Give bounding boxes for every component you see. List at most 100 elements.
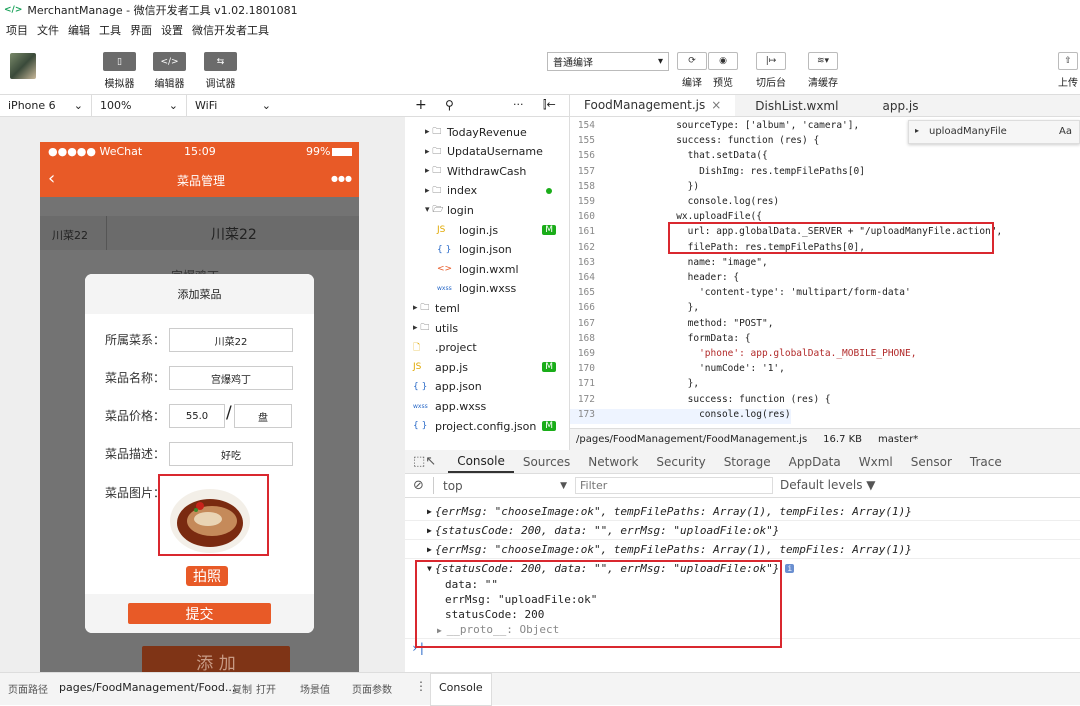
- tab-storage[interactable]: Storage: [715, 450, 780, 473]
- code-line[interactable]: 169 'phone': app.globalData._MOBILE_PHON…: [570, 348, 917, 363]
- open-link[interactable]: 打开: [256, 681, 276, 696]
- code-line[interactable]: 156 that.setData({: [570, 150, 768, 165]
- tab-appjs[interactable]: app.js: [860, 95, 932, 116]
- code-line[interactable]: 161 url: app.globalData._SERVER + "/uplo…: [570, 226, 1002, 241]
- tab-console[interactable]: Console: [448, 450, 514, 473]
- file-tree-item[interactable]: ▸ 🗀 teml: [405, 298, 570, 318]
- description-field[interactable]: 好吃: [169, 442, 293, 466]
- more-vertical-icon[interactable]: ⋮: [415, 679, 427, 693]
- code-line[interactable]: 164 header: {: [570, 272, 739, 287]
- params-label[interactable]: 页面参数: [352, 681, 392, 696]
- console-drawer-tab[interactable]: Console: [430, 673, 492, 706]
- file-tree-item[interactable]: JS login.js M: [405, 220, 570, 240]
- expand-arrow-icon[interactable]: ▶: [427, 507, 432, 516]
- menu-interface[interactable]: 界面: [130, 22, 152, 38]
- code-line[interactable]: 158 }): [570, 181, 699, 196]
- code-line[interactable]: 168 formData: {: [570, 333, 751, 348]
- search-icon[interactable]: ⚲: [445, 98, 454, 112]
- tab-sensor[interactable]: Sensor: [902, 450, 961, 473]
- find-input[interactable]: uploadManyFile: [929, 126, 1007, 137]
- expand-arrow-icon[interactable]: ▶: [427, 545, 432, 554]
- tab-appdata[interactable]: AppData: [780, 450, 850, 473]
- menu-file[interactable]: 文件: [37, 22, 59, 38]
- clear-cache-button[interactable]: ≋▾ 清缓存: [808, 52, 838, 89]
- category-tab[interactable]: 川菜22: [52, 227, 88, 243]
- code-line[interactable]: 166 },: [570, 302, 699, 317]
- tab-sources[interactable]: Sources: [514, 450, 579, 473]
- code-line[interactable]: 167 method: "POST",: [570, 318, 774, 333]
- tab-network[interactable]: Network: [579, 450, 647, 473]
- file-tree-item[interactable]: wxss app.wxss: [405, 396, 570, 416]
- tab-foodmanagement[interactable]: FoodManagement.js ×: [570, 95, 736, 116]
- menu-edit[interactable]: 编辑: [68, 22, 90, 38]
- chevron-right-icon[interactable]: ▸: [915, 126, 919, 135]
- filter-input[interactable]: [575, 477, 773, 494]
- device-select[interactable]: iPhone 6 ⌄: [0, 95, 92, 116]
- console-log-row-expanded[interactable]: ▼ {statusCode: 200, data: "", errMsg: "up…: [405, 559, 1080, 578]
- tab-wxml[interactable]: Wxml: [850, 450, 902, 473]
- more-icon[interactable]: ●●●: [331, 174, 352, 183]
- code-line[interactable]: 165 'content-type': 'multipart/form-data…: [570, 287, 911, 302]
- code-line[interactable]: 162 filePath: res.tempFilePaths[0],: [570, 242, 865, 257]
- console-log-row[interactable]: ▶ {statusCode: 200, data: "", errMsg: "up…: [405, 521, 1080, 540]
- code-line[interactable]: 159 console.log(res): [570, 196, 779, 211]
- compile-button[interactable]: ⟳ 编译: [677, 52, 707, 89]
- menu-project[interactable]: 项目: [6, 22, 28, 38]
- code-line[interactable]: 154 sourceType: ['album', 'camera'],: [570, 120, 859, 135]
- tab-security[interactable]: Security: [647, 450, 714, 473]
- file-tree-item[interactable]: ▸ 🗀 UpdataUsername: [405, 142, 570, 162]
- editor-button[interactable]: </> 编辑器: [153, 52, 186, 90]
- file-tree-item[interactable]: wxss login.wxss: [405, 279, 570, 299]
- code-line[interactable]: 160 wx.uploadFile({: [570, 211, 762, 226]
- network-select[interactable]: WiFi ⌄: [187, 95, 279, 116]
- close-icon[interactable]: ×: [711, 98, 721, 112]
- debugger-button[interactable]: ⇆ 调试器: [204, 52, 237, 90]
- code-line[interactable]: 155 success: function (res) {: [570, 135, 819, 150]
- menu-tools[interactable]: 工具: [99, 22, 121, 38]
- simulator-button[interactable]: ▯ 模拟器: [103, 52, 136, 90]
- code-line[interactable]: 163 name: "image",: [570, 257, 768, 272]
- file-tree-item[interactable]: { } project.config.json M: [405, 416, 570, 436]
- code-line[interactable]: 173 console.log(res): [570, 408, 791, 424]
- collapse-icon[interactable]: ⫿←: [543, 98, 556, 112]
- file-tree-item[interactable]: ▾ 🗁 login: [405, 200, 570, 220]
- unit-field[interactable]: 盘: [234, 404, 292, 428]
- console-log-row[interactable]: ▶ {errMsg: "chooseImage:ok", tempFilePath…: [405, 540, 1080, 559]
- levels-select[interactable]: Default levels ▼: [780, 478, 876, 492]
- file-tree-item[interactable]: ▸ 🗀 TodayRevenue: [405, 122, 570, 142]
- copy-link[interactable]: 复制: [232, 681, 252, 696]
- file-tree-item[interactable]: JS app.js M: [405, 357, 570, 377]
- file-tree-item[interactable]: ▸ 🗀 index: [405, 181, 570, 201]
- code-line[interactable]: 172 success: function (res) {: [570, 394, 831, 409]
- context-select[interactable]: top ▼: [443, 477, 567, 494]
- menu-settings[interactable]: 设置: [161, 22, 183, 38]
- file-tree-item[interactable]: { } app.json: [405, 377, 570, 397]
- code-line[interactable]: 157 DishImg: res.tempFilePaths[0]: [570, 166, 865, 181]
- clear-console-icon[interactable]: ⊘: [413, 478, 424, 493]
- name-field[interactable]: 宫爆鸡丁: [169, 366, 293, 390]
- preview-button[interactable]: ◉ 预览: [708, 52, 738, 89]
- take-photo-button[interactable]: 拍照: [186, 566, 228, 586]
- background-button[interactable]: |↦ 切后台: [756, 52, 786, 89]
- back-arrow-icon[interactable]: ‹: [48, 168, 55, 189]
- match-case-toggle[interactable]: Aa: [1059, 126, 1072, 137]
- code-area[interactable]: 154 sourceType: ['album', 'camera'], 155 …: [570, 117, 1080, 428]
- add-icon[interactable]: +: [415, 97, 427, 113]
- console-prompt[interactable]: ›|: [411, 641, 425, 655]
- add-button[interactable]: 添 加: [142, 646, 290, 672]
- category-field[interactable]: 川菜22: [169, 328, 293, 352]
- dish-image[interactable]: [168, 481, 252, 555]
- scene-label[interactable]: 场景值: [300, 681, 330, 696]
- code-line[interactable]: 170 'numCode': '1',: [570, 363, 785, 378]
- zoom-select[interactable]: 100% ⌄: [92, 95, 187, 116]
- submit-button[interactable]: 提交: [128, 603, 271, 624]
- tab-trace[interactable]: Trace: [961, 450, 1011, 473]
- file-tree-item[interactable]: <> login.wxml: [405, 259, 570, 279]
- expand-arrow-icon[interactable]: ▶: [427, 526, 432, 535]
- inspect-icon[interactable]: ⬚↖: [405, 454, 448, 469]
- price-field[interactable]: 55.0: [169, 404, 225, 428]
- info-icon[interactable]: i: [785, 564, 795, 573]
- collapse-arrow-icon[interactable]: ▼: [427, 564, 432, 573]
- menu-devtools[interactable]: 微信开发者工具: [192, 22, 269, 38]
- file-tree-item[interactable]: 🗋 .project: [405, 338, 570, 358]
